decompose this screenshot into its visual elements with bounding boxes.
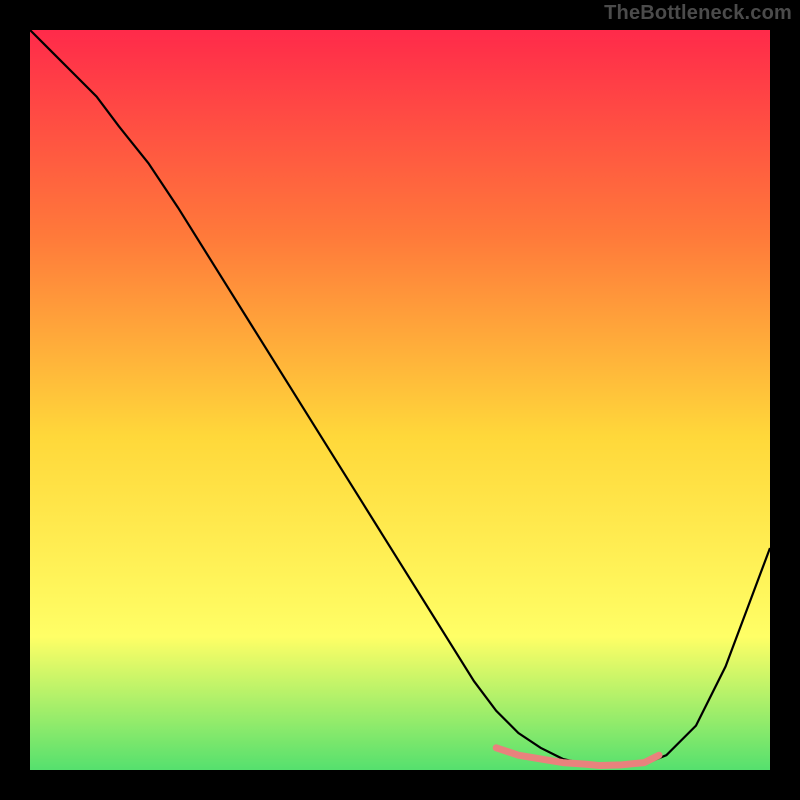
- gradient-background: [30, 30, 770, 770]
- plot-area: [30, 30, 770, 770]
- chart-svg: [30, 30, 770, 770]
- chart-frame: TheBottleneck.com: [0, 0, 800, 800]
- watermark-text: TheBottleneck.com: [604, 2, 792, 25]
